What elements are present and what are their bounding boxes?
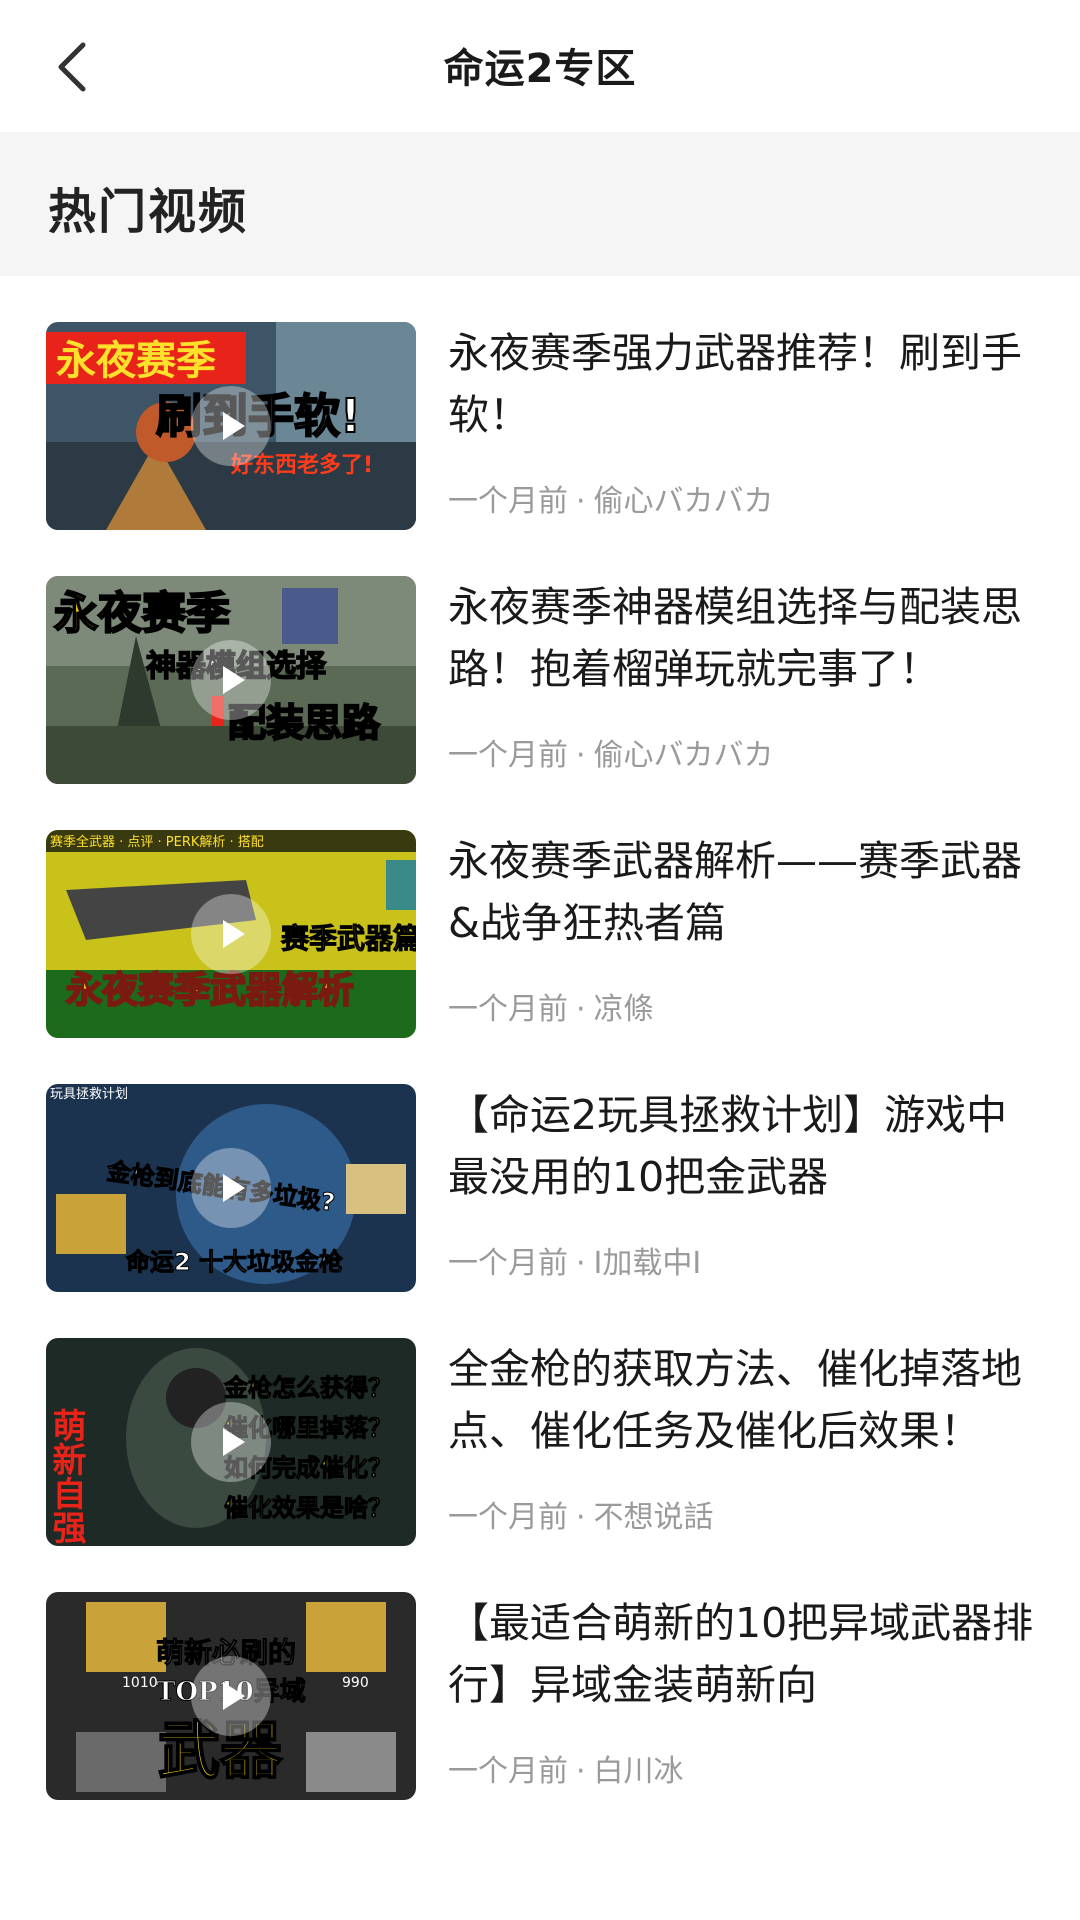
thumb-text: 永夜赛季 [54,588,230,639]
video-item[interactable]: 萌新自强 金枪怎么获得？ 催化哪里掉落？ 如何完成催化？ 催化效果是啥？ 全金枪… [0,1292,1080,1546]
section-header: 热门视频 [0,132,1080,276]
section-title: 热门视频 [48,184,249,240]
video-author: I加载中I [593,1246,702,1281]
video-time: 一个月前 [448,1500,568,1535]
thumb-text: 赛季全武器 · 点评 · PERK解析 · 搭配 [50,834,264,850]
thumb-text: 玩具拯救计划 [50,1086,128,1102]
video-author: 白川冰 [593,1754,684,1789]
video-thumbnail[interactable]: 永夜赛季 神器模组选择 配装思路 [46,576,416,784]
play-icon [191,1656,271,1736]
thumb-text: 990 [342,1675,369,1691]
video-time: 一个月前 [448,738,568,773]
play-icon [191,640,271,720]
video-meta: 一个月前 · 凉條 [448,992,654,1027]
thumb-text: 1010 [122,1675,158,1691]
video-meta: 一个月前 · 偷心バカバカ [448,738,774,773]
video-time: 一个月前 [448,484,568,519]
video-time: 一个月前 [448,1246,568,1281]
top-bar: 命运2专区 [0,0,1080,132]
video-author: 凉條 [593,992,654,1027]
video-meta: 一个月前 · 不想说話 [448,1500,714,1535]
page-title: 命运2专区 [443,46,637,92]
video-item[interactable]: 永夜赛季 神器模组选择 配装思路 永夜赛季神器模组选择与配装思路！抱着榴弹玩就完… [0,530,1080,784]
video-thumbnail[interactable]: 赛季全武器 · 点评 · PERK解析 · 搭配 赛季武器篇 永夜赛季武器解析 [46,830,416,1038]
video-title: 【最适合萌新的10把异域武器排行】异域金装萌新向 [448,1599,1034,1709]
play-icon [191,1402,271,1482]
video-title: 永夜赛季强力武器推荐！刷到手软！ [448,329,1022,439]
video-thumbnail[interactable]: 永夜赛季 刷到手软! 好东西老多了! [46,322,416,530]
thumb-text: 赛季武器篇 [281,922,416,955]
video-title: 全金枪的获取方法、催化掉落地点、催化任务及催化后效果！ [448,1345,1022,1455]
video-author: 不想说話 [593,1500,714,1535]
video-item[interactable]: 萌新必刷的 TOP10异域 武器 1010 990 【最适合萌新的10把异域武器… [0,1546,1080,1800]
video-meta: 一个月前 · 偷心バカバカ [448,484,774,519]
video-meta: 一个月前 · 白川冰 [448,1754,684,1789]
play-icon [191,1148,271,1228]
video-item[interactable]: 永夜赛季 刷到手软! 好东西老多了! 永夜赛季强力武器推荐！刷到手软！ 一个月前… [0,276,1080,530]
play-icon [191,894,271,974]
thumb-text: 催化效果是啥？ [224,1494,392,1522]
video-item[interactable]: 赛季全武器 · 点评 · PERK解析 · 搭配 赛季武器篇 永夜赛季武器解析 … [0,784,1080,1038]
video-thumbnail[interactable]: 玩具拯救计划 金枪到底能有多垃圾? 命运2 十大垃圾金枪 [46,1084,416,1292]
video-time: 一个月前 [448,1754,568,1789]
thumb-text: 永夜赛季武器解析 [66,970,354,1011]
thumb-text: 金枪怎么获得？ [223,1374,392,1402]
video-meta: 一个月前 · I加载中I [448,1246,702,1281]
thumb-text: 永夜赛季 [56,338,216,384]
thumb-text: 命运2 十大垃圾金枪 [126,1248,343,1276]
video-time: 一个月前 [448,992,568,1027]
video-thumbnail[interactable]: 萌新自强 金枪怎么获得？ 催化哪里掉落？ 如何完成催化？ 催化效果是啥？ [46,1338,416,1546]
video-author: 偷心バカバカ [593,484,774,519]
play-icon [191,386,271,466]
video-title: 【命运2玩具拯救计划】游戏中最没用的10把金武器 [448,1091,1008,1201]
video-title: 永夜赛季武器解析——赛季武器&战争狂热者篇 [448,837,1022,947]
video-item[interactable]: 玩具拯救计划 金枪到底能有多垃圾? 命运2 十大垃圾金枪 【命运2玩具拯救计划】… [0,1038,1080,1292]
video-title: 永夜赛季神器模组选择与配装思路！抱着榴弹玩就完事了！ [448,583,1022,693]
video-author: 偷心バカバカ [593,738,774,773]
thumb-text: 萌新自强 [46,1408,86,1545]
video-thumbnail[interactable]: 萌新必刷的 TOP10异域 武器 1010 990 [46,1592,416,1800]
